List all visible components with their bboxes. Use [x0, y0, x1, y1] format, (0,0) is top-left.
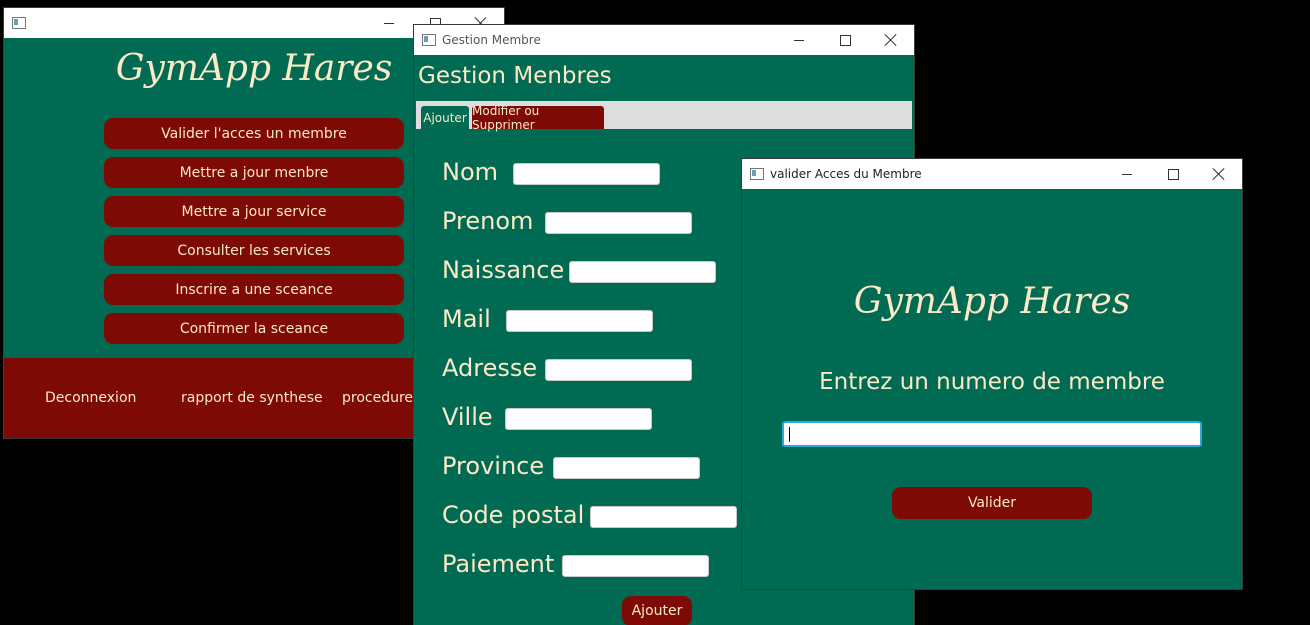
synthesis-report-link[interactable]: rapport de synthese [181, 390, 323, 406]
mail-label: Mail [442, 305, 491, 333]
close-icon [1213, 168, 1225, 180]
code-postal-label: Code postal [442, 501, 585, 529]
app-icon [750, 168, 764, 180]
close-button[interactable] [868, 25, 914, 55]
naissance-label: Naissance [442, 256, 565, 284]
view-services-button[interactable]: Consulter les services [104, 235, 404, 266]
valider-window-title: valider Acces du Membre [770, 167, 922, 181]
adresse-field[interactable] [545, 359, 692, 381]
maximize-button[interactable] [822, 25, 868, 55]
prenom-field[interactable] [545, 212, 692, 234]
update-member-button[interactable]: Mettre a jour menbre [104, 157, 404, 188]
tab-modifier-supprimer[interactable]: Modifier ou Supprimer [472, 104, 604, 132]
confirm-session-button[interactable]: Confirmer la sceance [104, 313, 404, 344]
valider-window-titlebar[interactable]: valider Acces du Membre [742, 159, 1242, 189]
logout-link[interactable]: Deconnexion [45, 390, 136, 406]
naissance-field[interactable] [569, 261, 716, 283]
validate-access-window: valider Acces du Membre GymApp Hares Ent… [742, 159, 1242, 589]
app-icon [422, 34, 436, 46]
mail-field[interactable] [506, 310, 653, 332]
gestion-window-title: Gestion Membre [442, 33, 541, 47]
minimize-icon [384, 22, 394, 24]
gestion-window-titlebar[interactable]: Gestion Membre [414, 25, 914, 55]
close-icon [885, 34, 897, 46]
prenom-label: Prenom [442, 207, 534, 235]
app-title: GymApp Hares [853, 281, 1131, 322]
province-label: Province [442, 452, 545, 480]
paiement-field[interactable] [562, 555, 709, 577]
member-number-input[interactable] [782, 421, 1202, 447]
minimize-button[interactable] [1104, 159, 1150, 189]
validate-access-button[interactable]: Valider l'acces un membre [104, 118, 404, 149]
nom-field[interactable] [513, 163, 660, 185]
minimize-button[interactable] [776, 25, 822, 55]
register-session-button[interactable]: Inscrire a une sceance [104, 274, 404, 305]
tab-bar: Ajouter Modifier ou Supprimer [416, 101, 912, 132]
text-caret [789, 427, 790, 442]
province-field[interactable] [553, 457, 700, 479]
close-button[interactable] [1196, 159, 1242, 189]
app-icon [12, 17, 26, 29]
minimize-icon [1122, 173, 1132, 175]
add-member-button[interactable]: Ajouter [622, 596, 692, 625]
maximize-icon [839, 34, 851, 46]
maximize-icon [1167, 168, 1179, 180]
maximize-button[interactable] [1150, 159, 1196, 189]
ville-label: Ville [442, 403, 493, 431]
paiement-label: Paiement [442, 550, 555, 578]
page-title: Gestion Menbres [418, 63, 612, 89]
validate-button[interactable]: Valider [892, 487, 1092, 519]
update-service-button[interactable]: Mettre a jour service [104, 196, 404, 227]
tab-ajouter[interactable]: Ajouter [421, 106, 469, 129]
procedure-link[interactable]: procedure [342, 390, 413, 406]
nom-label: Nom [442, 158, 499, 186]
minimize-button[interactable] [366, 8, 412, 38]
ville-field[interactable] [505, 408, 652, 430]
code-postal-field[interactable] [590, 506, 737, 528]
adresse-label: Adresse [442, 354, 538, 382]
minimize-icon [794, 39, 804, 41]
member-number-prompt: Entrez un numero de membre [819, 369, 1165, 395]
